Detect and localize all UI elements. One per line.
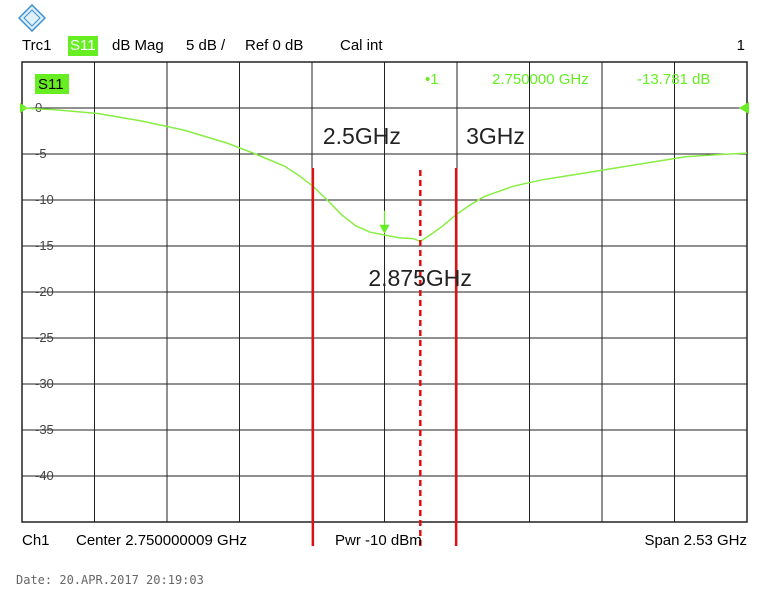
power-label[interactable]: Pwr -10 dBm	[335, 532, 422, 550]
y-tick-label: -40	[35, 468, 54, 483]
footer: Ch1 Center 2.750000009 GHz Pwr -10 dBm S…	[22, 532, 747, 552]
timestamp: Date: 20.APR.2017 20:19:03	[16, 573, 204, 587]
annotation-label: 2.875GHz	[368, 265, 472, 291]
y-tick-label: 0	[35, 100, 42, 115]
y-tick-label: -35	[35, 422, 54, 437]
y-tick-label: -20	[35, 284, 54, 299]
marker-legend: •1	[425, 71, 439, 88]
marker-readout-freq: 2.750000 GHz	[492, 71, 589, 88]
span-label[interactable]: Span 2.53 GHz	[644, 532, 747, 550]
marker-readout-value: -13.781 dB	[637, 71, 710, 88]
annotation-label: 3GHz	[466, 123, 525, 149]
y-tick-label: -10	[35, 192, 54, 207]
annotation-label: 2.5GHz	[323, 123, 401, 149]
y-tick-label: -15	[35, 238, 54, 253]
s11-plot-badge: S11	[38, 76, 64, 93]
y-tick-label: -25	[35, 330, 54, 345]
s11-chart[interactable]: 0 -5 -10 -15 -20 -25 -30 -35 -40 2.5GHz 3GHz 2.875…	[0, 0, 759, 570]
center-freq[interactable]: Center 2.750000009 GHz	[76, 532, 247, 550]
channel-label[interactable]: Ch1	[22, 532, 50, 550]
y-tick-label: -30	[35, 376, 54, 391]
y-tick-label: -5	[35, 146, 47, 161]
